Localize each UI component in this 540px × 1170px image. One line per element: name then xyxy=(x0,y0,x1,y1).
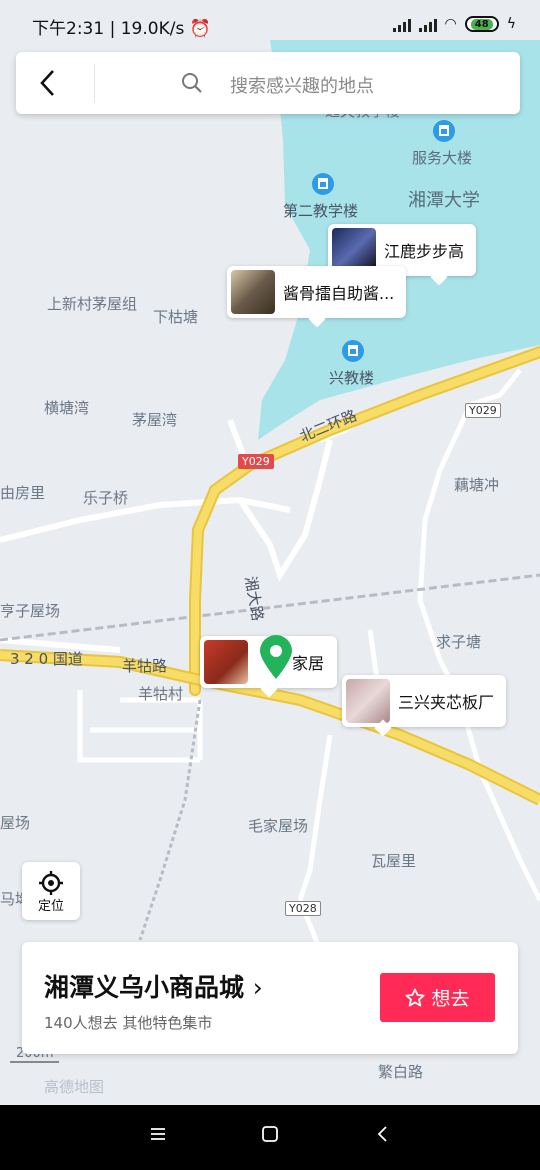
poi-name: 江鹿步步高 xyxy=(384,242,465,261)
poi-jianggu-leizhu[interactable]: 酱骨擂自助酱... xyxy=(227,266,407,328)
place-card[interactable]: 湘潭义乌小商品城 › 140人想去 其他特色集市 想去 xyxy=(22,942,518,1054)
alarm-icon: ⏰ xyxy=(189,19,211,39)
want-to-go-button[interactable]: 想去 xyxy=(380,973,495,1022)
back-button[interactable] xyxy=(34,68,64,98)
poi-thumbnail xyxy=(231,270,275,314)
signal-icon-1 xyxy=(392,16,411,32)
label-maojiawuchang: 毛家屋场 xyxy=(248,817,309,835)
search-bar[interactable]: 搜索感兴趣的地点 xyxy=(16,52,520,114)
back-nav-button[interactable] xyxy=(374,1125,392,1147)
status-bar: 下午2:31 | 19.0K/s ⏰ ◠ 48 ϟ xyxy=(0,0,540,50)
label-xingjiaolou: 兴教楼 xyxy=(329,369,375,387)
status-icons: ◠ 48 ϟ xyxy=(392,16,516,32)
label-yanggulu: 羊牯路 xyxy=(122,657,168,675)
label-youfangli: 由房里 xyxy=(0,484,46,502)
label-dierjiaoxue: 第二教学楼 xyxy=(283,202,359,220)
chevron-right-icon: › xyxy=(252,973,263,1002)
label-xiagutang: 下枯塘 xyxy=(153,308,199,326)
wifi-icon: ◠ xyxy=(444,16,457,32)
road-shield-y028: Y028 xyxy=(285,901,321,916)
building-icon xyxy=(433,120,455,142)
poi-name: 酱骨擂自助酱... xyxy=(283,284,395,303)
label-hengtangwan: 横塘湾 xyxy=(44,399,90,417)
place-subtitle: 140人想去 其他特色集市 xyxy=(44,1014,213,1032)
location-pin-icon[interactable] xyxy=(258,634,294,680)
battery-level: 48 xyxy=(470,18,493,30)
building-icon xyxy=(312,173,334,195)
status-time: 下午2:31 xyxy=(32,19,105,39)
back-arrow-icon xyxy=(40,70,54,96)
label-xiangtan-univ: 湘潭大学 xyxy=(408,190,480,211)
status-divider: | xyxy=(109,19,121,39)
label-maowuwan: 茅屋湾 xyxy=(132,411,178,429)
label-fuwudalou: 服务大楼 xyxy=(412,149,473,167)
label-lezijiao: 乐子桥 xyxy=(83,489,129,507)
want-to-go-label: 想去 xyxy=(431,988,470,1010)
menu-button[interactable] xyxy=(149,1125,167,1147)
locate-label: 定位 xyxy=(37,899,64,914)
label-yanggucun: 羊牯村 xyxy=(138,685,184,703)
label-outangchong: 藕塘冲 xyxy=(454,476,500,494)
place-title[interactable]: 湘潭义乌小商品城 › xyxy=(44,968,263,1004)
label-fanbailu: 繁白路 xyxy=(378,1063,424,1081)
label-qiuzitang: 求子塘 xyxy=(436,633,482,651)
signal-icon-2 xyxy=(418,16,437,32)
battery-icon: 48 xyxy=(464,16,499,32)
poi-name: 家居 xyxy=(292,654,325,673)
charging-icon: ϟ xyxy=(506,16,516,32)
star-icon xyxy=(405,988,425,1006)
label-shangxincun: 上新村茅屋组 xyxy=(47,295,138,313)
poi-thumbnail xyxy=(204,640,248,684)
back-nav-icon xyxy=(377,1126,387,1142)
search-icon xyxy=(182,73,202,93)
road-shield-y029: Y029 xyxy=(238,454,274,469)
label-wawuli: 瓦屋里 xyxy=(371,852,417,870)
building-icon xyxy=(342,340,364,362)
search-input[interactable]: 搜索感兴趣的地点 xyxy=(230,72,374,98)
gaode-logo: 高德地图 xyxy=(44,1078,105,1096)
home-icon xyxy=(262,1126,278,1142)
poi-sanxing-board[interactable]: 三兴夹芯板厂 xyxy=(342,675,507,737)
status-time-speed: 下午2:31 | 19.0K/s ⏰ xyxy=(32,14,211,39)
poi-name: 三兴夹芯板厂 xyxy=(398,693,495,712)
home-button[interactable] xyxy=(261,1125,279,1147)
road-shield-y029: Y029 xyxy=(465,403,501,418)
search-divider xyxy=(94,64,95,102)
status-net-speed: 19.0K/s xyxy=(120,19,185,39)
poi-thumbnail xyxy=(346,679,390,723)
locate-button[interactable]: 定位 xyxy=(22,862,80,920)
label-zizihuchang: 亨子屋场 xyxy=(0,602,61,620)
navigation-bar xyxy=(0,1105,540,1170)
menu-icon xyxy=(151,1128,165,1140)
label-wuchang: 屋场 xyxy=(0,814,31,832)
label-guodao: 3 2 0 国道 xyxy=(10,650,83,668)
crosshair-icon xyxy=(39,871,63,895)
place-title-text: 湘潭义乌小商品城 xyxy=(44,973,245,1002)
